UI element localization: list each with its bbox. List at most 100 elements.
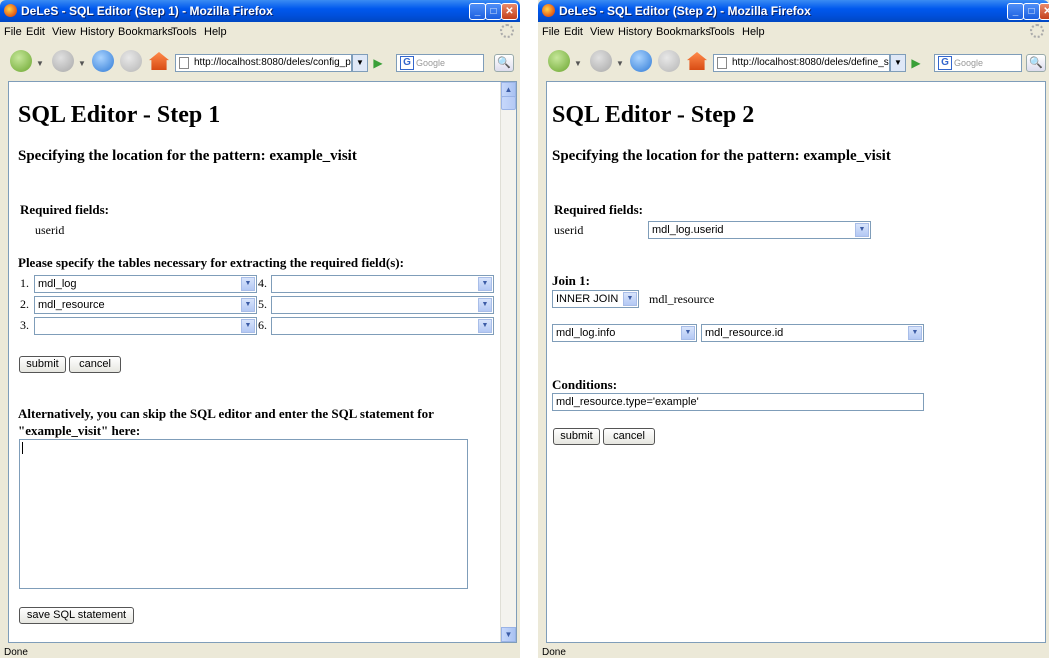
close-button[interactable]: ✕	[501, 3, 518, 20]
join-left-select[interactable]: mdl_log.info ▼	[552, 324, 697, 342]
back-button[interactable]	[10, 50, 32, 72]
close-button[interactable]: ✕	[1039, 3, 1049, 20]
firefox-window-step2: DeLeS - SQL Editor (Step 2) - Mozilla Fi…	[538, 0, 1049, 658]
join-type-select[interactable]: INNER JOIN ▼	[552, 290, 639, 308]
field-name: userid	[554, 223, 584, 237]
menu-bookmarks[interactable]: Bookmarks	[118, 26, 173, 38]
submit-button[interactable]: submit	[19, 356, 66, 373]
stop-button[interactable]	[120, 50, 142, 72]
menu-tools[interactable]: Tools	[709, 26, 735, 38]
save-sql-button[interactable]: save SQL statement	[19, 607, 134, 624]
search-placeholder: Google	[954, 58, 984, 68]
go-button[interactable]: ▶	[370, 54, 386, 72]
back-button[interactable]	[548, 50, 570, 72]
search-button[interactable]: 🔍	[494, 54, 514, 72]
menu-view[interactable]: View	[52, 26, 76, 38]
menu-tools[interactable]: Tools	[171, 26, 197, 38]
search-button[interactable]: 🔍	[1026, 54, 1046, 72]
go-button[interactable]: ▶	[908, 54, 924, 72]
vertical-scrollbar[interactable]: ▲ ▼	[500, 82, 516, 642]
url-bar[interactable]: http://localhost:8080/deles/config_patte	[175, 54, 352, 72]
menu-help[interactable]: Help	[742, 26, 765, 38]
menu-edit[interactable]: Edit	[26, 26, 45, 38]
reload-button[interactable]	[92, 50, 114, 72]
menu-edit[interactable]: Edit	[564, 26, 583, 38]
chevron-down-icon: ▼	[681, 326, 695, 340]
sql-statement-textarea[interactable]	[19, 439, 468, 589]
table-select-3[interactable]: ▼	[34, 317, 257, 335]
search-box[interactable]: G Google	[934, 54, 1022, 72]
conditions-input[interactable]: mdl_resource.type='example'	[552, 393, 924, 411]
select-value: mdl_log	[38, 278, 77, 290]
back-dropdown-icon[interactable]: ▼	[574, 59, 582, 68]
firefox-logo-icon	[542, 4, 555, 17]
search-placeholder: Google	[416, 58, 446, 68]
table-num-6: 6.	[258, 318, 267, 332]
menu-history[interactable]: History	[80, 26, 114, 38]
status-text: Done	[542, 647, 566, 658]
chevron-down-icon: ▼	[241, 319, 255, 333]
table-num-5: 5.	[258, 297, 267, 311]
minimize-button[interactable]: _	[1007, 3, 1024, 20]
table-num-4: 4.	[258, 276, 267, 290]
throbber-icon	[500, 24, 514, 38]
url-text: http://localhost:8080/deles/config_patte	[194, 57, 352, 68]
scroll-up-icon[interactable]: ▲	[501, 82, 516, 97]
page-title: SQL Editor - Step 2	[552, 102, 755, 128]
status-bar: Done	[538, 645, 1049, 658]
table-select-5[interactable]: ▼	[271, 296, 494, 314]
submit-button[interactable]: submit	[553, 428, 600, 445]
forward-button[interactable]	[52, 50, 74, 72]
back-dropdown-icon[interactable]: ▼	[36, 59, 44, 68]
reload-button[interactable]	[630, 50, 652, 72]
throbber-icon	[1030, 24, 1044, 38]
field-source-select[interactable]: mdl_log.userid ▼	[648, 221, 871, 239]
select-value: INNER JOIN	[556, 293, 619, 305]
chevron-down-icon: ▼	[478, 319, 492, 333]
join-right-select[interactable]: mdl_resource.id ▼	[701, 324, 924, 342]
minimize-button[interactable]: _	[469, 3, 486, 20]
forward-dropdown-icon[interactable]: ▼	[78, 59, 86, 68]
stop-button[interactable]	[658, 50, 680, 72]
title-bar[interactable]: DeLeS - SQL Editor (Step 1) - Mozilla Fi…	[0, 0, 520, 22]
table-select-2[interactable]: mdl_resource ▼	[34, 296, 257, 314]
table-select-4[interactable]: ▼	[271, 275, 494, 293]
window-title: DeLeS - SQL Editor (Step 2) - Mozilla Fi…	[559, 4, 811, 18]
menu-help[interactable]: Help	[204, 26, 227, 38]
table-num-2: 2.	[20, 297, 29, 311]
text-cursor	[22, 442, 23, 454]
scrollbar-thumb[interactable]	[501, 96, 516, 110]
home-button[interactable]	[149, 52, 169, 70]
menu-view[interactable]: View	[590, 26, 614, 38]
menu-file[interactable]: File	[4, 26, 22, 38]
chevron-down-icon: ▼	[241, 298, 255, 312]
cancel-button[interactable]: cancel	[603, 428, 655, 445]
page-icon	[179, 57, 189, 69]
table-select-6[interactable]: ▼	[271, 317, 494, 335]
table-num-3: 3.	[20, 318, 29, 332]
forward-button[interactable]	[590, 50, 612, 72]
forward-dropdown-icon[interactable]: ▼	[616, 59, 624, 68]
table-num-1: 1.	[20, 276, 29, 290]
table-select-1[interactable]: mdl_log ▼	[34, 275, 257, 293]
required-field-name: userid	[35, 223, 65, 237]
url-bar[interactable]: http://localhost:8080/deles/define_sql.p	[713, 54, 890, 72]
menu-bar: File Edit View History Bookmarks Tools H…	[0, 22, 520, 42]
required-fields-label: Required fields:	[20, 202, 109, 217]
scroll-down-icon[interactable]: ▼	[501, 627, 516, 642]
search-box[interactable]: G Google	[396, 54, 484, 72]
menu-history[interactable]: History	[618, 26, 652, 38]
url-dropdown-button[interactable]: ▼	[890, 54, 906, 72]
required-fields-label: Required fields:	[554, 202, 643, 217]
select-value: mdl_resource.id	[705, 327, 784, 339]
select-value: mdl_log.userid	[652, 224, 724, 236]
url-dropdown-button[interactable]: ▼	[352, 54, 368, 72]
menu-bookmarks[interactable]: Bookmarks	[656, 26, 711, 38]
home-button[interactable]	[687, 52, 707, 70]
cancel-button[interactable]: cancel	[69, 356, 121, 373]
title-bar[interactable]: DeLeS - SQL Editor (Step 2) - Mozilla Fi…	[538, 0, 1049, 22]
page-title: SQL Editor - Step 1	[18, 102, 221, 128]
maximize-button[interactable]: □	[485, 3, 502, 20]
maximize-button[interactable]: □	[1023, 3, 1040, 20]
menu-file[interactable]: File	[542, 26, 560, 38]
